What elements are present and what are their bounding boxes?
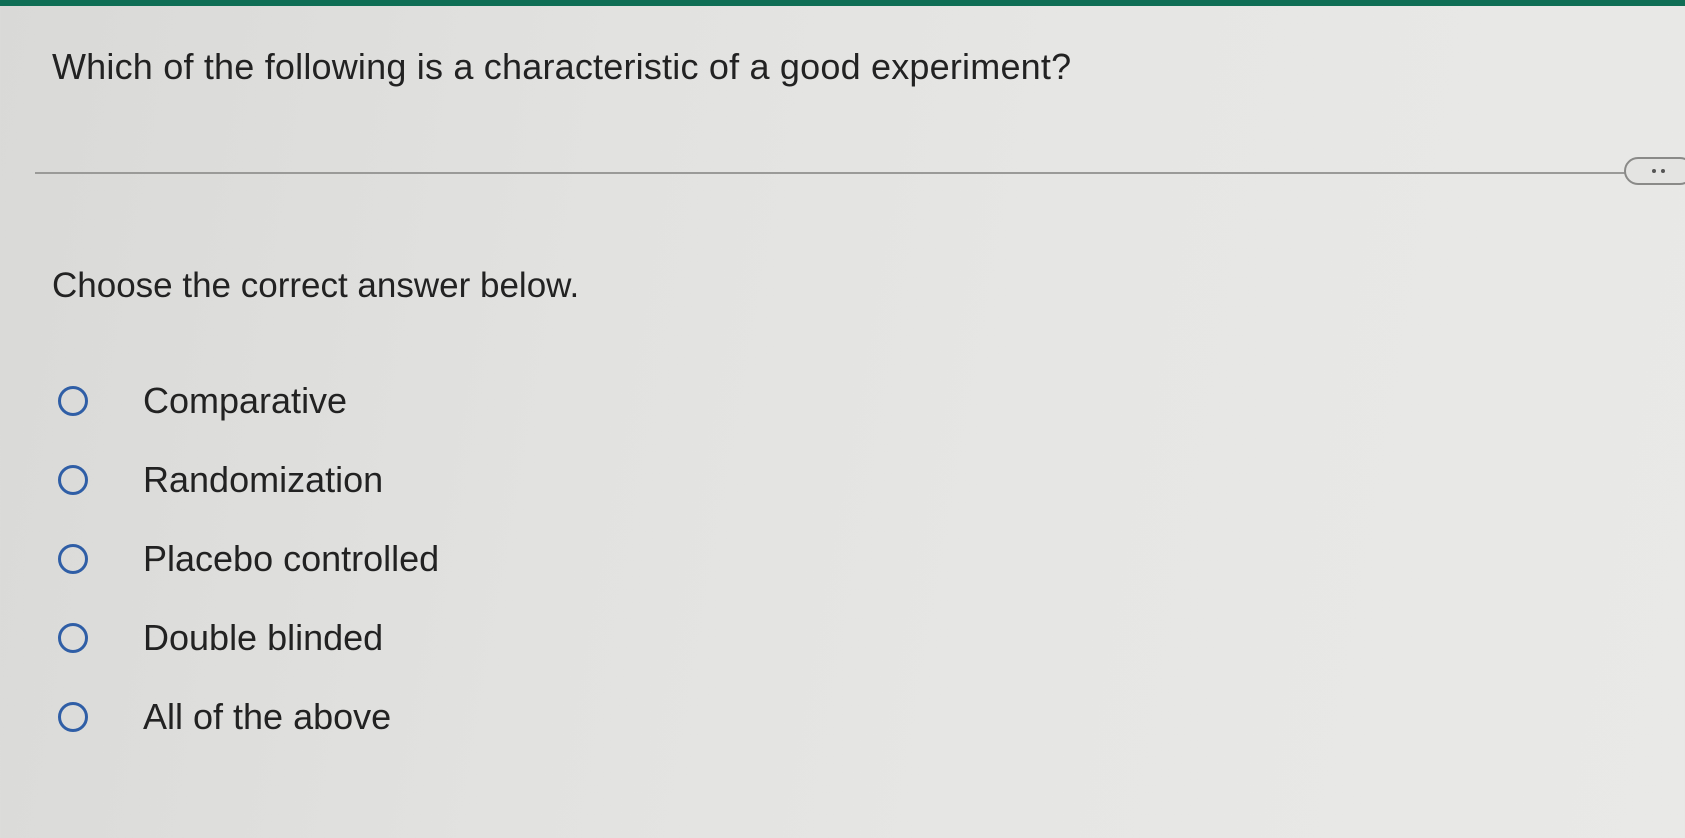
radio-button[interactable] <box>58 623 88 653</box>
ellipsis-icon <box>1652 169 1656 173</box>
option-label[interactable]: Comparative <box>143 380 347 422</box>
radio-button[interactable] <box>58 544 88 574</box>
option-label[interactable]: Double blinded <box>143 617 383 659</box>
answer-option-double-blinded[interactable]: Double blinded <box>58 613 439 663</box>
option-label[interactable]: All of the above <box>143 696 391 738</box>
more-options-button[interactable] <box>1624 157 1685 185</box>
answer-option-comparative[interactable]: Comparative <box>58 376 439 426</box>
answer-options: Comparative Randomization Placebo contro… <box>58 376 439 771</box>
answer-option-all-of-the-above[interactable]: All of the above <box>58 692 439 742</box>
top-accent-bar <box>0 0 1685 6</box>
radio-button[interactable] <box>58 386 88 416</box>
option-label[interactable]: Placebo controlled <box>143 538 439 580</box>
instruction-text: Choose the correct answer below. <box>52 266 580 305</box>
answer-option-placebo-controlled[interactable]: Placebo controlled <box>58 534 439 584</box>
radio-button[interactable] <box>58 702 88 732</box>
radio-button[interactable] <box>58 465 88 495</box>
option-label[interactable]: Randomization <box>143 459 383 501</box>
answer-option-randomization[interactable]: Randomization <box>58 455 439 505</box>
question-divider <box>35 172 1625 174</box>
question-text: Which of the following is a characterist… <box>52 46 1072 87</box>
ellipsis-icon-dot <box>1661 169 1665 173</box>
